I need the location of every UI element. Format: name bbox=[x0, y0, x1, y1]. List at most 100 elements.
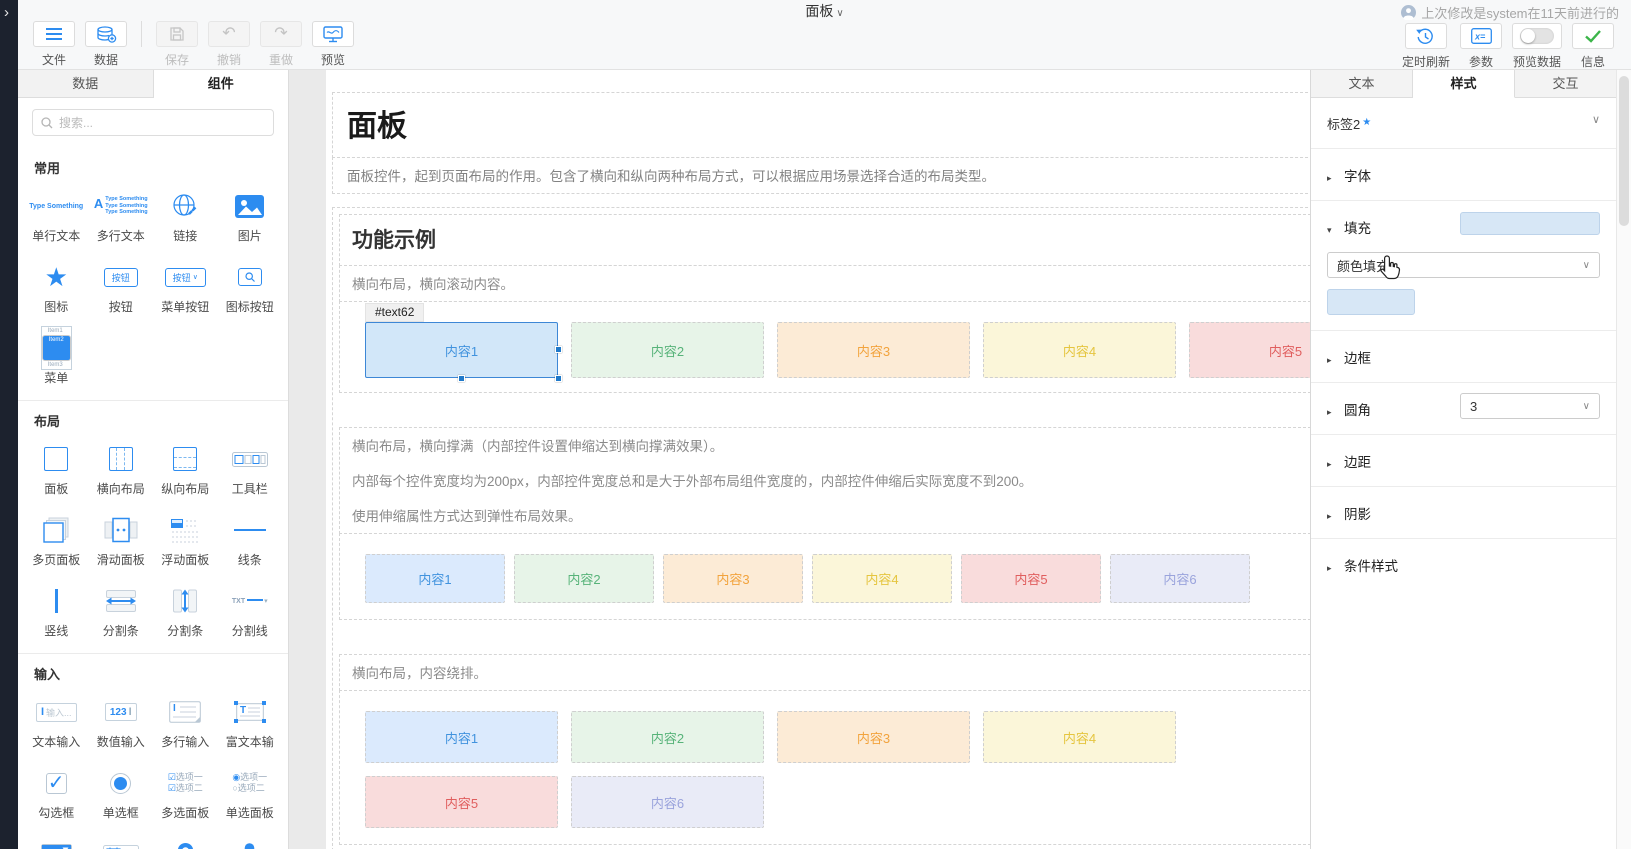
预览-button[interactable]: 预览 bbox=[312, 21, 354, 68]
triangle-right-icon[interactable]: ▸ bbox=[1327, 355, 1335, 366]
expand-panel-icon[interactable]: › bbox=[4, 4, 9, 21]
component-item-文本输入[interactable]: I 输入... 文本输入 bbox=[24, 697, 89, 750]
component-item-滑动面板[interactable]: 滑动面板 bbox=[89, 515, 154, 568]
content-box[interactable]: 内容5 bbox=[365, 776, 558, 828]
inspector-tab-样式[interactable]: 样式 bbox=[1413, 70, 1515, 98]
page-surface[interactable]: 面板 面板控件，起到页面布局的作用。包含了横向和纵向两种布局方式，可以根据应用场… bbox=[326, 70, 1310, 849]
content-box[interactable]: 内容3 bbox=[663, 554, 803, 603]
component-item-数值输入[interactable]: 123 I 数值输入 bbox=[89, 697, 154, 750]
component-item-勾选框[interactable]: ✓ 勾选框 bbox=[24, 768, 89, 821]
content-box[interactable]: 内容3 bbox=[777, 711, 970, 763]
content-box[interactable]: 内容2 bbox=[571, 711, 764, 763]
component-item-链接[interactable]: 链接 bbox=[153, 191, 218, 244]
fill-mode-select[interactable]: 颜色填充 ∨ bbox=[1327, 252, 1600, 278]
content-box[interactable]: 内容6 bbox=[571, 776, 764, 828]
content-box[interactable]: 内容6 bbox=[1110, 554, 1250, 603]
component-search[interactable] bbox=[32, 109, 274, 136]
example3-caption[interactable]: 横向布局，内容绕排。 bbox=[339, 654, 1310, 691]
component-item-多行输入[interactable]: I 多行输入 bbox=[153, 697, 218, 750]
component-item-多选面板[interactable]: ☑选项一 ☑选项二 多选面板 bbox=[153, 768, 218, 821]
inspector-tab-文本[interactable]: 文本 bbox=[1311, 70, 1413, 97]
component-item-面板[interactable]: 面板 bbox=[24, 444, 89, 497]
component-item-分割条[interactable]: 分割条 bbox=[153, 586, 218, 639]
style-section-填充[interactable]: ▾ 填充 颜色填充 ∨ bbox=[1311, 200, 1616, 330]
triangle-right-icon[interactable]: ▸ bbox=[1327, 173, 1335, 184]
example1-row[interactable]: #text62 内容1 内容2 内容3 内容4 内容5 bbox=[339, 301, 1310, 393]
example1-caption[interactable]: 横向布局，横向滚动内容。 bbox=[339, 265, 1310, 302]
page-description[interactable]: 面板控件，起到页面布局的作用。包含了横向和纵向两种布局方式，可以根据应用场景选择… bbox=[332, 157, 1310, 194]
inspector-tab-交互[interactable]: 交互 bbox=[1515, 70, 1616, 97]
component-item-纵向布局[interactable]: 纵向布局 bbox=[153, 444, 218, 497]
component-item-菜单按钮[interactable]: 按钮 ∨ 菜单按钮 bbox=[153, 262, 218, 315]
component-item-工具栏[interactable]: 工具栏 bbox=[218, 444, 283, 497]
component-item-单选框[interactable]: 单选框 bbox=[89, 768, 154, 821]
sidebar-tab-组件[interactable]: 组件 bbox=[153, 70, 288, 98]
component-item-图片[interactable]: 图片 bbox=[218, 191, 283, 244]
content-box[interactable]: 内容3 bbox=[777, 322, 970, 378]
content-box[interactable]: 内容5 bbox=[961, 554, 1101, 603]
component-item-富文本输[interactable]: T 富文本输 bbox=[218, 697, 283, 750]
component-item-person-icon[interactable] bbox=[218, 839, 283, 849]
resize-handle-corner[interactable] bbox=[555, 375, 562, 382]
style-section-圆角[interactable]: ▸ 圆角 3 ∨ bbox=[1311, 382, 1616, 434]
component-item-图标按钮[interactable]: 图标按钮 bbox=[218, 262, 283, 315]
component-item-浮动面板[interactable]: 浮动面板 bbox=[153, 515, 218, 568]
component-item-dropdown-icon[interactable] bbox=[24, 839, 89, 849]
信息-button[interactable]: 信息 bbox=[1572, 23, 1614, 70]
content-box[interactable]: 内容1 bbox=[365, 554, 505, 603]
triangle-right-icon[interactable]: ▸ bbox=[1327, 407, 1335, 418]
style-section-字体[interactable]: ▸ 字体 bbox=[1311, 149, 1616, 200]
component-item-按钮[interactable]: 按钮 按钮 bbox=[89, 262, 154, 315]
title-block[interactable]: 面板 bbox=[332, 92, 1310, 158]
文件-button[interactable]: 文件 bbox=[33, 21, 75, 68]
component-item-location-icon[interactable] bbox=[153, 839, 218, 849]
component-item-菜单[interactable]: Item1 Item2 Item3 菜单 bbox=[24, 326, 89, 386]
content-box[interactable]: 内容4 bbox=[812, 554, 952, 603]
example2-row[interactable]: 内容1 内容2 内容3 内容4 内容5 内容6 bbox=[339, 533, 1310, 620]
style-section-边框[interactable]: ▸ 边框 bbox=[1311, 330, 1616, 382]
component-item-线条[interactable]: 线条 bbox=[218, 515, 283, 568]
sidebar-tab-数据[interactable]: 数据 bbox=[18, 70, 154, 97]
component-item-单行文本[interactable]: Type Something 单行文本 bbox=[24, 191, 89, 244]
component-item-多行文本[interactable]: A Type Something Type Something Type Someth… bbox=[89, 191, 154, 244]
selected-element-row[interactable]: 标签2 ★ ∨ bbox=[1311, 98, 1616, 149]
component-item-多页面板[interactable]: 多页面板 bbox=[24, 515, 89, 568]
content-box[interactable]: 内容2 bbox=[514, 554, 654, 603]
resize-handle-right[interactable] bbox=[555, 346, 562, 353]
triangle-right-icon[interactable]: ▸ bbox=[1327, 459, 1335, 470]
content-box[interactable]: 内容4 bbox=[983, 322, 1176, 378]
fill-color-swatch[interactable] bbox=[1460, 212, 1600, 235]
content-box[interactable]: 内容5 bbox=[1189, 322, 1310, 378]
resize-handle-bottom[interactable] bbox=[457, 375, 465, 382]
fill-color-value-swatch[interactable] bbox=[1327, 289, 1415, 315]
参数-button[interactable]: x= 参数 bbox=[1460, 23, 1502, 70]
style-section-阴影[interactable]: ▸ 阴影 bbox=[1311, 486, 1616, 538]
search-input[interactable] bbox=[59, 115, 265, 130]
style-section-边距[interactable]: ▸ 边距 bbox=[1311, 434, 1616, 486]
预览数据-button[interactable]: 预览数据 bbox=[1512, 23, 1562, 70]
component-item-分割线[interactable]: TXT ▾ 分割线 bbox=[218, 586, 283, 639]
定时刷新-button[interactable]: 定时刷新 bbox=[1402, 23, 1450, 70]
component-item-单选面板[interactable]: ◉选项一 ○选项二 单选面板 bbox=[218, 768, 283, 821]
selected-content-box[interactable]: #text62 内容1 bbox=[365, 303, 562, 382]
component-item-datepicker-icon[interactable] bbox=[89, 839, 154, 849]
example2-caption-block[interactable]: 横向布局，横向撑满（内部控件设置伸缩达到横向撑满效果）。 内部每个控件宽度均为20… bbox=[339, 427, 1310, 534]
component-item-竖线[interactable]: 竖线 bbox=[24, 586, 89, 639]
style-section-条件样式[interactable]: ▸ 条件样式 bbox=[1311, 538, 1616, 590]
section-title-block[interactable]: 功能示例 bbox=[339, 214, 1310, 266]
chevron-down-icon[interactable]: ∨ bbox=[1592, 113, 1600, 126]
content-box[interactable]: 内容4 bbox=[983, 711, 1176, 763]
radius-value-select[interactable]: 3 ∨ bbox=[1460, 393, 1600, 419]
component-item-分割条[interactable]: 分割条 bbox=[89, 586, 154, 639]
数据-button[interactable]: 数据 bbox=[85, 21, 127, 68]
examples-container[interactable]: 功能示例 横向布局，横向滚动内容。 #text62 内容1 内容2 内容3 内容4 内… bbox=[332, 207, 1310, 849]
example3-row[interactable]: 内容1 内容2 内容3 内容4 内容5 内容6 bbox=[339, 690, 1310, 845]
document-title-dropdown[interactable]: 面板 ∨ bbox=[805, 1, 843, 21]
component-item-图标[interactable]: ★ 图标 bbox=[24, 262, 89, 315]
preview-data-toggle[interactable] bbox=[1520, 28, 1554, 44]
collapse-strip[interactable]: › bbox=[0, 0, 18, 849]
vertical-scrollbar[interactable] bbox=[1616, 70, 1631, 849]
content-box[interactable]: 内容2 bbox=[571, 322, 764, 378]
triangle-right-icon[interactable]: ▸ bbox=[1327, 563, 1335, 574]
scrollbar-thumb[interactable] bbox=[1619, 76, 1629, 226]
